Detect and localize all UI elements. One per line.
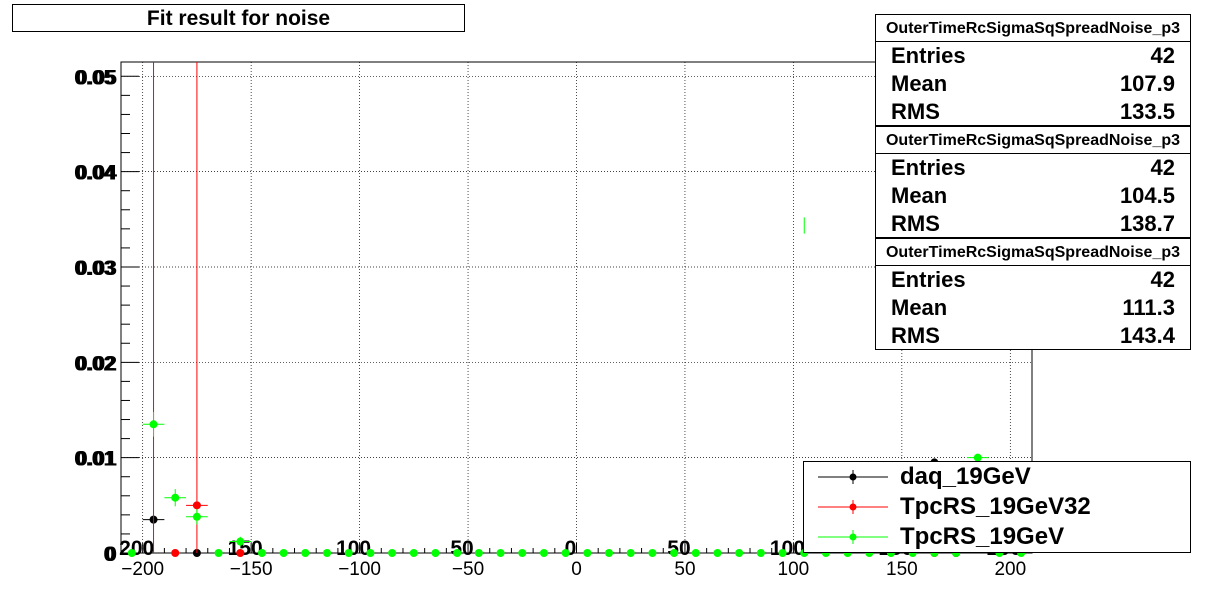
data-point <box>670 549 679 557</box>
x-tick-label-overlay: 150 <box>228 537 263 560</box>
x-tick-label: 50 <box>674 559 695 580</box>
legend-marker-tpcrs-32 <box>818 500 888 514</box>
stats-entries-row: Entries 42 <box>876 42 1190 70</box>
stats-box-3: OuterTimeRcSigmaSqSpreadNoise_p3 Entries… <box>875 238 1191 350</box>
x-tick-label-overlay: 200 <box>119 537 154 560</box>
stats-box-2: OuterTimeRcSigmaSqSpreadNoise_p3 Entries… <box>875 126 1191 238</box>
data-point <box>648 549 657 557</box>
data-point <box>323 549 332 557</box>
data-point <box>192 512 201 521</box>
stats-box-title: OuterTimeRcSigmaSqSpreadNoise_p3 <box>876 127 1190 154</box>
data-point <box>149 420 158 429</box>
data-point <box>518 549 527 557</box>
mean-value: 107.9 <box>1119 71 1175 96</box>
chart-title: Fit result for noise <box>12 4 465 32</box>
x-tick-label: 200 <box>994 559 1026 580</box>
data-point <box>192 501 201 510</box>
mean-label: Mean <box>891 295 948 320</box>
data-point <box>344 549 353 557</box>
x-tick-label: −200 <box>121 559 164 580</box>
stats-rms-row: RMS 133.5 <box>876 98 1190 126</box>
data-point <box>171 493 180 502</box>
data-point <box>127 549 136 557</box>
entries-value: 42 <box>1150 267 1175 292</box>
data-point <box>561 549 570 557</box>
x-tick-label-overlay: 50 <box>450 537 473 560</box>
data-point <box>409 549 418 557</box>
data-point <box>214 549 223 557</box>
y-tick-label-overlay: 0.04 <box>74 162 115 185</box>
x-tick-label: −100 <box>338 559 381 580</box>
rms-label: RMS <box>891 99 940 124</box>
data-point <box>735 549 744 557</box>
rms-label: RMS <box>891 211 940 236</box>
data-point <box>453 549 462 557</box>
entries-value: 42 <box>1150 155 1175 180</box>
x-tick-label: −150 <box>230 559 273 580</box>
legend-label: TpcRS_19GeV <box>900 523 1065 550</box>
rms-value: 133.5 <box>1119 99 1175 124</box>
mean-value: 111.3 <box>1122 295 1175 320</box>
legend-marker-daq <box>818 470 888 484</box>
y-tick-label-overlay: 0.03 <box>74 257 115 280</box>
y-tick-label-overlay: 0.05 <box>74 66 115 89</box>
mean-value: 104.5 <box>1119 183 1175 208</box>
data-point <box>171 549 180 557</box>
entries-label: Entries <box>891 267 966 292</box>
x-tick-label-overlay: 100 <box>336 537 371 560</box>
legend-label: daq_19GeV <box>900 463 1031 490</box>
mean-label: Mean <box>891 183 948 208</box>
data-point <box>474 549 483 557</box>
stats-box-1: OuterTimeRcSigmaSqSpreadNoise_p3 Entries… <box>875 14 1191 126</box>
stats-entries-row: Entries 42 <box>876 154 1190 182</box>
data-point <box>236 537 245 546</box>
legend-label: TpcRS_19GeV32 <box>900 493 1091 520</box>
entries-value: 42 <box>1150 43 1175 68</box>
stats-box-title: OuterTimeRcSigmaSqSpreadNoise_p3 <box>876 15 1190 42</box>
y-tick-label-overlay: 0.01 <box>74 448 115 471</box>
x-tick-label-overlay: 50 <box>667 537 690 560</box>
data-point <box>626 549 635 557</box>
legend-entry-daq: daq_19GeV <box>804 462 1190 492</box>
data-point <box>366 549 375 557</box>
data-point <box>778 549 787 557</box>
y-tick-label-overlay: 0 <box>103 543 115 566</box>
data-point <box>496 549 505 557</box>
y-tick-label-overlay: 0.02 <box>74 352 115 375</box>
data-point <box>539 549 548 557</box>
stats-mean-row: Mean 111.3 <box>876 294 1190 322</box>
entries-label: Entries <box>891 43 966 68</box>
data-point <box>605 549 614 557</box>
chart-legend: daq_19GeV TpcRS_19GeV32 TpcRS_19GeV <box>803 461 1191 553</box>
rms-label: RMS <box>891 323 940 348</box>
data-point <box>756 549 765 557</box>
data-point <box>279 549 288 557</box>
legend-marker-tpcrs <box>818 530 888 544</box>
data-point <box>691 549 700 557</box>
x-tick-label: 0 <box>571 559 582 580</box>
data-point <box>431 549 440 557</box>
stats-rms-row: RMS 143.4 <box>876 322 1190 350</box>
data-point <box>236 549 245 557</box>
entries-label: Entries <box>891 155 966 180</box>
rms-value: 143.4 <box>1119 323 1175 348</box>
stats-box-title: OuterTimeRcSigmaSqSpreadNoise_p3 <box>876 239 1190 266</box>
data-point <box>388 549 397 557</box>
data-point <box>257 549 266 557</box>
data-point <box>713 549 722 557</box>
data-point <box>583 549 592 557</box>
rms-value: 138.7 <box>1119 211 1175 236</box>
stats-rms-row: RMS 138.7 <box>876 210 1190 238</box>
stats-entries-row: Entries 42 <box>876 266 1190 294</box>
stats-mean-row: Mean 107.9 <box>876 70 1190 98</box>
legend-entry-tpcrs: TpcRS_19GeV <box>804 522 1190 552</box>
x-tick-label: −50 <box>452 559 484 580</box>
mean-label: Mean <box>891 71 948 96</box>
x-tick-label: 100 <box>778 559 810 580</box>
x-tick-label-overlay: 100 <box>770 537 805 560</box>
legend-entry-tpcrs-32: TpcRS_19GeV32 <box>804 492 1190 522</box>
stats-mean-row: Mean 104.5 <box>876 182 1190 210</box>
x-tick-label: 150 <box>886 559 918 580</box>
data-point <box>301 549 310 557</box>
